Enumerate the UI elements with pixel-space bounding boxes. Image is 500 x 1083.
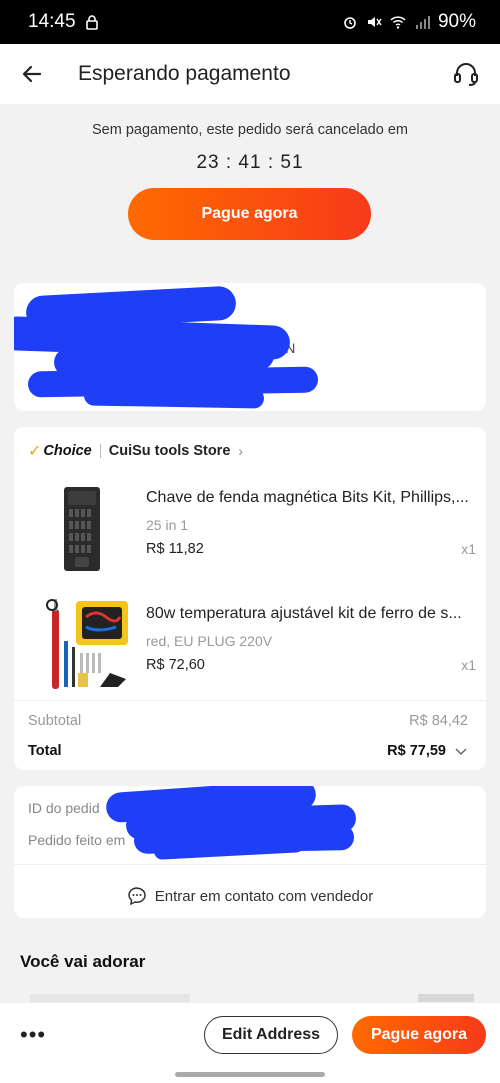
page-title: Esperando pagamento [78, 62, 291, 85]
total-value: R$ 77,59 [387, 743, 446, 759]
recommendations-title: Você vai adorar [20, 952, 146, 971]
address-card[interactable]: ,SN [14, 283, 486, 411]
bottom-action-bar: ••• Edit Address Pague agora [0, 1002, 500, 1066]
divider [14, 864, 486, 865]
order-card: ✓ Choice CuiSu tools Store › Chave de fe… [14, 427, 486, 770]
subtotal-row: Subtotal R$ 84,42 [28, 713, 468, 729]
pay-now-bottom-button[interactable]: Pague agora [352, 1015, 486, 1054]
chevron-right-icon: › [238, 443, 244, 459]
total-label: Total [28, 743, 62, 759]
recommendation-preview [30, 994, 190, 1002]
product-quantity: x1 [461, 657, 476, 673]
status-time: 14:45 [28, 11, 100, 33]
product-price: R$ 11,82 [146, 541, 204, 557]
subtotal-value: R$ 84,42 [409, 713, 468, 729]
wifi-icon [390, 16, 406, 29]
more-options-icon[interactable]: ••• [20, 1022, 46, 1048]
cancel-warning-text: Sem pagamento, este pedido será cancelad… [92, 122, 408, 138]
contact-seller-button[interactable]: Entrar em contato com vendedor [14, 874, 486, 918]
recommendation-preview [418, 994, 474, 1002]
lock-icon [85, 15, 98, 30]
divider [99, 444, 101, 458]
store-header[interactable]: ✓ Choice CuiSu tools Store › [28, 441, 243, 461]
edit-address-button[interactable]: Edit Address [204, 1015, 338, 1054]
product-image-screwdriver-kit [42, 481, 132, 576]
product-name: 80w temperatura ajustável kit de ferro d… [146, 605, 462, 622]
product-price: R$ 72,60 [146, 657, 205, 673]
product-image-soldering-kit [42, 597, 132, 692]
clock-text: 14:45 [28, 11, 76, 32]
total-row[interactable]: Total R$ 77,59 [28, 743, 468, 759]
subtotal-label: Subtotal [28, 713, 82, 729]
order-item[interactable]: Chave de fenda magnética Bits Kit, Phill… [28, 481, 476, 581]
check-icon: ✓ [28, 443, 42, 460]
choice-badge-label: Choice [43, 443, 92, 459]
back-arrow-icon[interactable] [20, 62, 44, 86]
countdown-timer: 23 : 41 : 51 [196, 152, 304, 173]
app-header: Esperando pagamento [0, 44, 500, 104]
product-variant: red, EU PLUG 220V [146, 633, 273, 649]
status-icons: 90% [342, 11, 476, 33]
headset-icon[interactable] [452, 60, 480, 88]
pay-now-button[interactable]: Pague agora [128, 188, 371, 240]
battery-text: 90% [437, 11, 476, 32]
product-name: Chave de fenda magnética Bits Kit, Phill… [146, 489, 469, 506]
chat-icon [128, 887, 146, 906]
mute-icon [367, 17, 382, 27]
status-bar: 14:45 90% [0, 0, 500, 44]
contact-seller-label: Entrar em contato com vendedor [154, 887, 374, 905]
choice-badge: ✓ Choice [28, 441, 92, 461]
order-placed-label: Pedido feito em [28, 832, 126, 848]
alarm-icon [344, 17, 356, 29]
store-name: CuiSu tools Store [108, 443, 231, 459]
home-indicator[interactable] [175, 1072, 325, 1077]
payment-countdown-section: Sem pagamento, este pedido será cancelad… [0, 104, 500, 274]
signal-icon [415, 16, 430, 29]
order-id-label: ID do pedid [28, 800, 100, 816]
product-quantity: x1 [461, 541, 476, 557]
product-variant: 25 in 1 [146, 517, 189, 533]
system-nav-bar [0, 1066, 500, 1083]
divider [14, 700, 486, 701]
chevron-down-icon[interactable] [454, 744, 468, 758]
order-item[interactable]: 80w temperatura ajustável kit de ferro d… [28, 597, 476, 697]
order-info-card: ID do pedid Pedido feito em Entrar em co… [14, 786, 486, 918]
redaction-scribble [83, 385, 265, 409]
